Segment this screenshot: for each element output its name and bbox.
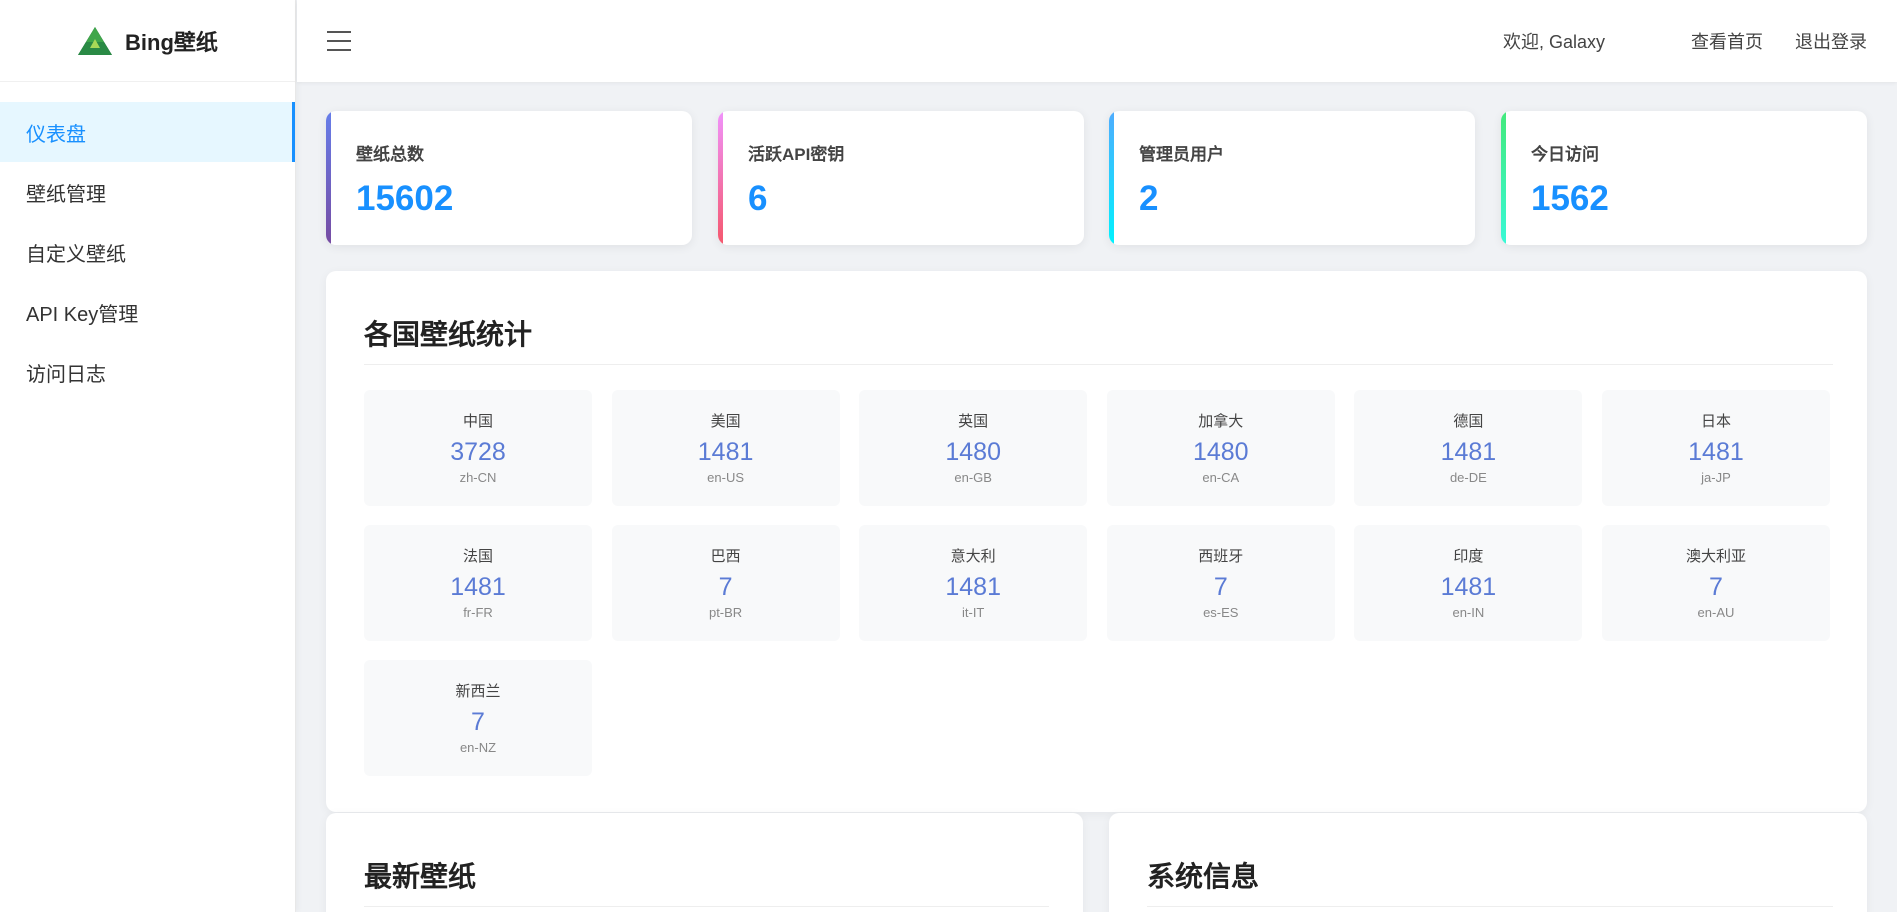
country-card-fr[interactable]: 法国 1481 fr-FR: [364, 525, 592, 641]
country-name: 西班牙: [1198, 548, 1244, 565]
latest-wallpapers-title: 最新壁纸: [364, 861, 477, 892]
brand[interactable]: Bing壁纸: [0, 0, 295, 82]
country-name: 英国: [958, 413, 989, 430]
country-code: en-GB: [954, 470, 992, 485]
stat-card-total-wallpapers: 壁纸总数 15602: [326, 111, 692, 245]
stat-label: 管理员用户: [1139, 145, 1224, 164]
stat-value: 6: [748, 179, 768, 218]
country-stats-title: 各国壁纸统计: [364, 319, 533, 350]
country-card-cn[interactable]: 中国 3728 zh-CN: [364, 390, 592, 506]
country-count: 7: [1213, 573, 1228, 601]
country-count: 1481: [1688, 438, 1744, 466]
country-code: en-NZ: [459, 740, 497, 755]
panel-divider: [1147, 906, 1833, 907]
brand-name: Bing壁纸: [125, 29, 218, 55]
country-code: en-CA: [1202, 470, 1240, 485]
country-card-au[interactable]: 澳大利亚 7 en-AU: [1601, 525, 1830, 641]
country-code: de-DE: [1449, 470, 1487, 485]
country-name: 中国: [462, 413, 493, 430]
country-count: 1481: [945, 573, 1001, 601]
sidebar-item-api-key-management[interactable]: API Key管理: [0, 282, 295, 342]
stat-value: 15602: [356, 179, 454, 218]
country-count: 7: [718, 573, 733, 601]
welcome-text: 欢迎, Galaxy: [1502, 32, 1605, 52]
stat-label: 壁纸总数: [356, 145, 424, 164]
country-name: 日本: [1700, 413, 1731, 430]
country-card-gb[interactable]: 英国 1480 en-GB: [859, 390, 1088, 506]
system-info-panel: 系统信息: [1109, 813, 1867, 912]
country-card-br[interactable]: 巴西 7 pt-BR: [611, 525, 840, 641]
country-code: es-ES: [1203, 605, 1239, 620]
stat-label: 今日访问: [1531, 145, 1599, 164]
country-name: 意大利: [950, 548, 996, 565]
country-code: it-IT: [961, 605, 985, 620]
country-name: 新西兰: [455, 683, 501, 700]
country-name: 美国: [710, 413, 741, 430]
sidebar-item-custom-wallpaper[interactable]: 自定义壁纸: [0, 222, 295, 282]
country-count: 7: [1709, 573, 1723, 601]
country-code: en-AU: [1697, 605, 1735, 620]
panel-divider: [364, 364, 1833, 365]
country-code: ja-JP: [1701, 470, 1731, 485]
country-card-de[interactable]: 德国 1481 de-DE: [1354, 390, 1583, 506]
stat-card-active-api-keys: 活跃API密钥 6: [718, 111, 1084, 245]
country-name: 德国: [1453, 413, 1484, 430]
country-count: 1481: [1440, 573, 1497, 601]
view-home-link[interactable]: 查看首页: [1691, 28, 1763, 54]
stat-value: 1562: [1531, 179, 1609, 218]
header-actions: 欢迎, Galaxy 查看首页 退出登录: [1503, 28, 1897, 54]
top-header: 欢迎, Galaxy 查看首页 退出登录: [297, 0, 1897, 82]
stat-accent-bar: [718, 111, 723, 245]
country-count: 1480: [1192, 438, 1249, 466]
sidebar-item-access-log[interactable]: 访问日志: [0, 342, 295, 402]
latest-wallpapers-panel: 最新壁纸: [326, 813, 1083, 912]
country-name: 加拿大: [1198, 413, 1244, 430]
panel-divider: [364, 906, 1049, 907]
country-card-es[interactable]: 西班牙 7 es-ES: [1106, 525, 1335, 641]
sidebar: Bing壁纸 仪表盘 壁纸管理 自定义壁纸 API Key管理 访问日志: [0, 0, 296, 912]
country-name: 澳大利亚: [1685, 548, 1746, 565]
stat-accent-bar: [1501, 111, 1506, 245]
country-name: 法国: [462, 548, 493, 565]
country-card-in[interactable]: 印度 1481 en-IN: [1354, 525, 1583, 641]
sidebar-item-wallpaper-management[interactable]: 壁纸管理: [0, 162, 295, 222]
country-count: 7: [471, 708, 485, 736]
country-card-nz[interactable]: 新西兰 7 en-NZ: [364, 660, 592, 776]
country-count: 3728: [450, 438, 506, 466]
country-name: 印度: [1453, 548, 1484, 565]
stat-value: 2: [1139, 179, 1159, 218]
country-count: 1480: [945, 438, 1001, 466]
country-code: fr-FR: [463, 605, 493, 620]
bing-logo-icon: [78, 26, 113, 55]
stat-accent-bar: [1109, 111, 1114, 245]
country-grid: 中国 3728 zh-CN 美国 1481 en-US 英国 1480 en-G…: [364, 390, 1830, 776]
country-code: pt-BR: [708, 605, 743, 620]
logout-link[interactable]: 退出登录: [1795, 28, 1867, 54]
system-info-title: 系统信息: [1147, 861, 1260, 892]
country-card-us[interactable]: 美国 1481 en-US: [611, 390, 840, 506]
country-code: zh-CN: [459, 470, 497, 485]
stat-accent-bar: [326, 111, 331, 245]
country-count: 1481: [1440, 438, 1497, 466]
country-card-jp[interactable]: 日本 1481 ja-JP: [1601, 390, 1830, 506]
country-code: en-US: [707, 470, 745, 485]
country-card-it[interactable]: 意大利 1481 it-IT: [859, 525, 1088, 641]
country-count: 1481: [450, 573, 506, 601]
stat-card-today-visits: 今日访问 1562: [1501, 111, 1867, 245]
country-name: 巴西: [710, 548, 741, 565]
sidebar-nav: 仪表盘 壁纸管理 自定义壁纸 API Key管理 访问日志: [0, 102, 295, 402]
hamburger-icon[interactable]: [327, 31, 351, 51]
country-card-ca[interactable]: 加拿大 1480 en-CA: [1106, 390, 1335, 506]
stat-label: 活跃API密钥: [748, 145, 845, 164]
country-code: en-IN: [1452, 605, 1485, 620]
sidebar-item-dashboard[interactable]: 仪表盘: [0, 102, 295, 162]
country-count: 1481: [697, 438, 754, 466]
stat-card-admin-users: 管理员用户 2: [1109, 111, 1475, 245]
